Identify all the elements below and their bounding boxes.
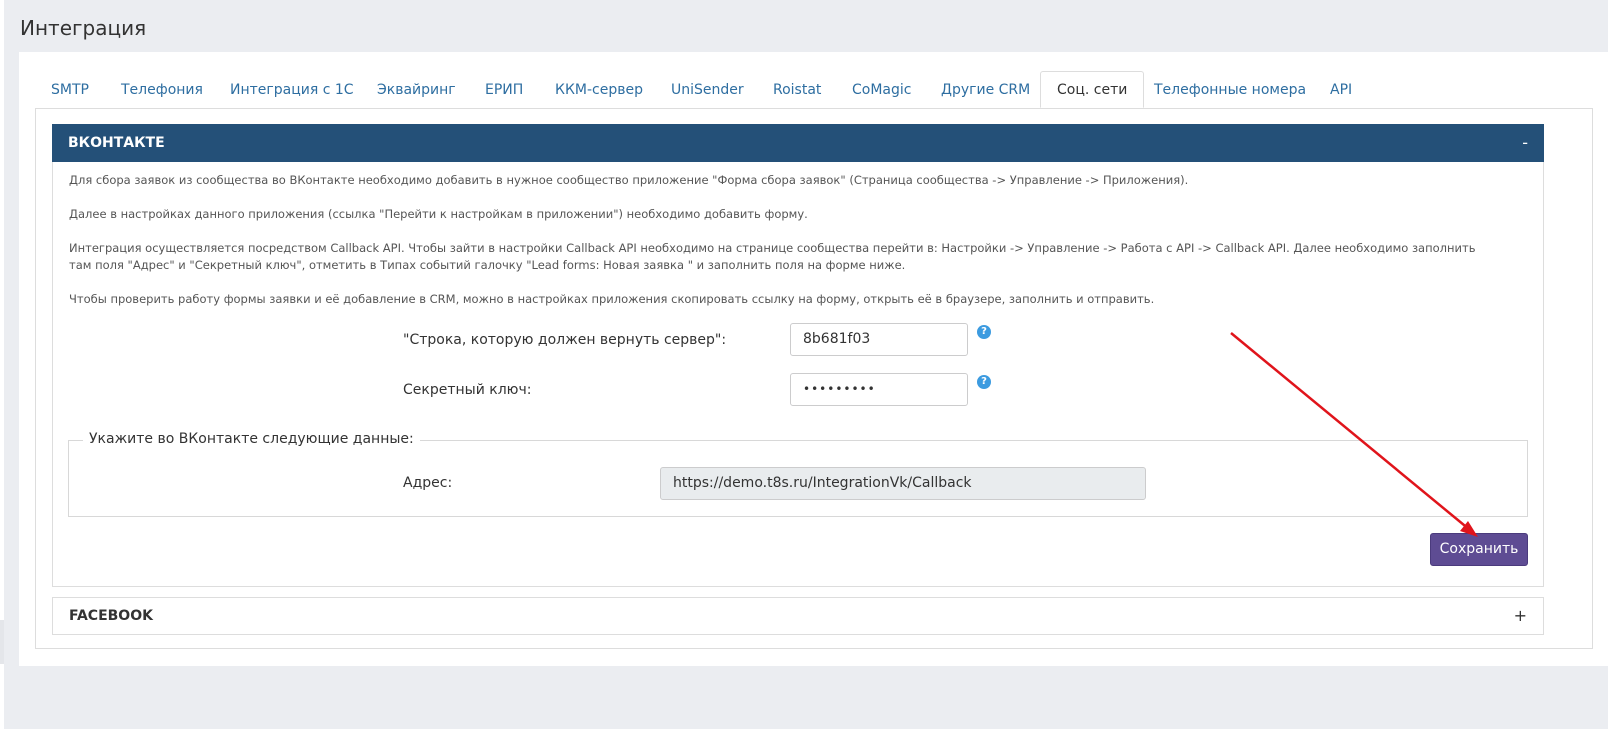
collapse-icon[interactable]: -: [1522, 124, 1528, 162]
tab-phone-numbers[interactable]: Телефонные номера: [1154, 71, 1306, 107]
fieldset-legend: Укажите во ВКонтакте следующие данные:: [83, 431, 420, 447]
server-string-input[interactable]: 8b681f03: [790, 323, 968, 356]
integration-card: SMTP Телефония Интеграция с 1С Эквайринг…: [19, 52, 1608, 666]
accordion-facebook-title: FACEBOOK: [69, 608, 153, 624]
tab-unisender[interactable]: UniSender: [671, 71, 744, 107]
secret-key-label: Секретный ключ:: [403, 382, 532, 398]
address-label: Адрес:: [403, 475, 453, 491]
tab-smtp[interactable]: SMTP: [51, 71, 89, 107]
vk-settings-fieldset: Укажите во ВКонтакте следующие данные: А…: [68, 431, 1528, 517]
save-button[interactable]: Сохранить: [1430, 533, 1528, 566]
accordion-vk-body: Для сбора заявок из сообщества во ВКонта…: [52, 162, 1544, 587]
tab-roistat[interactable]: Roistat: [773, 71, 821, 107]
vk-instruction-1: Для сбора заявок из сообщества во ВКонта…: [69, 173, 1189, 187]
accordion-vk-title: ВКОНТАКТЕ: [68, 135, 165, 151]
tab-bar: SMTP Телефония Интеграция с 1С Эквайринг…: [35, 71, 1593, 109]
tab-acquiring[interactable]: Эквайринг: [377, 71, 456, 107]
accordion-facebook-header[interactable]: FACEBOOK +: [52, 597, 1544, 635]
tab-telephony[interactable]: Телефония: [121, 71, 203, 107]
tab-kkm-server[interactable]: ККМ-сервер: [555, 71, 643, 107]
tab-social-networks[interactable]: Соц. сети: [1040, 71, 1145, 108]
address-input[interactable]: https://demo.t8s.ru/IntegrationVk/Callba…: [660, 467, 1146, 500]
tab-comagic[interactable]: CoMagic: [852, 71, 911, 107]
page-title: Интеграция: [20, 16, 147, 40]
vk-instruction-2: Далее в настройках данного приложения (с…: [69, 207, 808, 221]
tab-other-crm[interactable]: Другие CRM: [941, 71, 1030, 107]
accordion-vk-header[interactable]: ВКОНТАКТЕ -: [52, 124, 1544, 162]
secret-key-input[interactable]: •••••••••: [790, 373, 968, 406]
help-icon[interactable]: ?: [977, 375, 991, 389]
tab-erip[interactable]: ЕРИП: [485, 71, 523, 107]
tab-content: ВКОНТАКТЕ - Для сбора заявок из сообщест…: [35, 108, 1593, 649]
server-string-label: "Строка, которую должен вернуть сервер":: [403, 332, 727, 348]
tab-api[interactable]: API: [1330, 71, 1352, 107]
tab-integration-1c[interactable]: Интеграция с 1С: [230, 71, 354, 107]
vk-instruction-3: Интеграция осуществляется посредством Ca…: [69, 241, 1476, 272]
vk-instruction-4: Чтобы проверить работу формы заявки и её…: [69, 292, 1155, 306]
expand-icon[interactable]: +: [1514, 598, 1527, 634]
left-edge-strip-lower: [0, 620, 4, 664]
help-icon[interactable]: ?: [977, 325, 991, 339]
